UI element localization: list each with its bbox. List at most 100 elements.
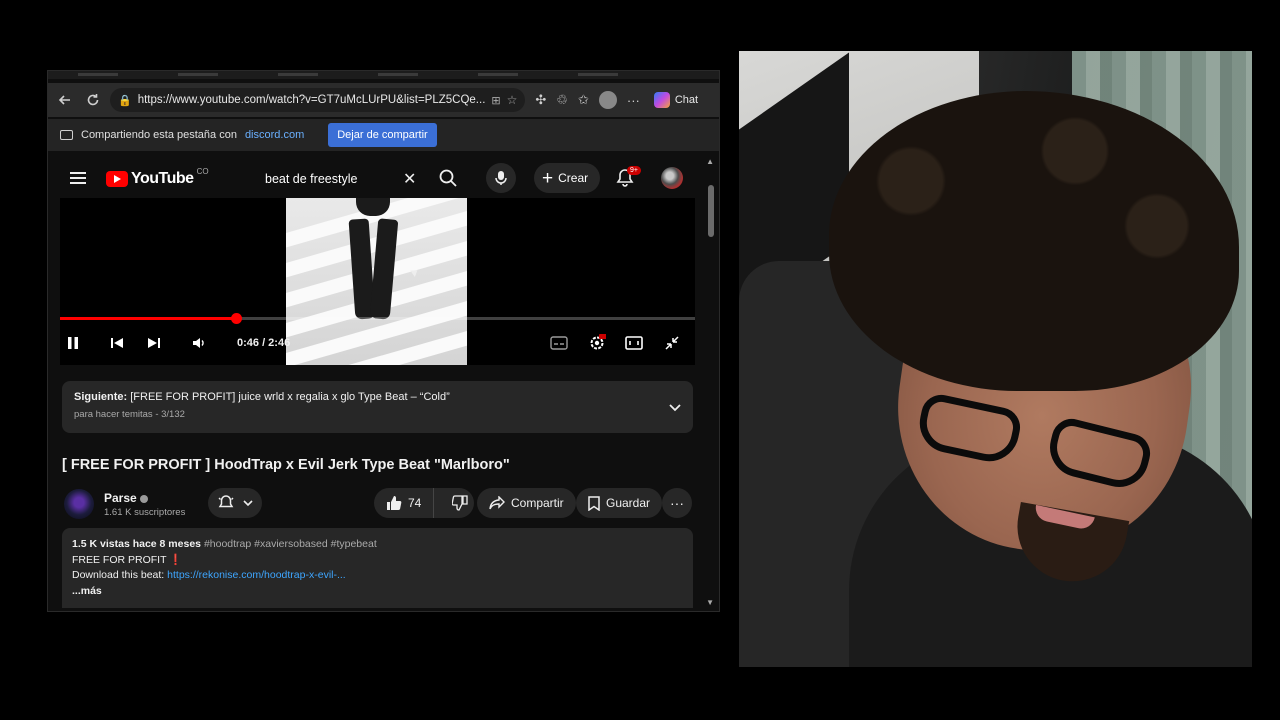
toolbar-icons: ✣ ♲ ✩ ··· Chat	[535, 91, 698, 109]
url-field[interactable]: 🔒 https://www.youtube.com/watch?v=GT7uMc…	[110, 88, 526, 112]
description-stats-line: 1.5 K vistas hace 8 meses #hoodtrap #xav…	[72, 537, 683, 553]
more-actions-icon[interactable]: ···	[662, 488, 692, 518]
theater-mode-icon[interactable]	[623, 332, 645, 354]
previous-icon[interactable]	[106, 332, 128, 354]
like-button[interactable]: 74	[374, 488, 435, 518]
create-button[interactable]: + Crear	[534, 163, 601, 193]
user-avatar[interactable]	[661, 167, 683, 189]
progress-bar[interactable]	[60, 313, 695, 324]
description-line-2: Download this beat: https://rekonise.com…	[72, 568, 683, 584]
sharing-text: Compartiendo esta pestaña con	[81, 129, 237, 141]
description-line-1: FREE FOR PROFIT ❗	[72, 553, 683, 569]
video-player[interactable]: 0:46 / 2:46	[60, 198, 695, 365]
channel-avatar[interactable]	[64, 489, 94, 519]
collections-icon[interactable]: ✩	[578, 92, 589, 108]
up-next-line: Siguiente: [FREE FOR PROFIT] juice wrld …	[74, 391, 681, 403]
hashtags[interactable]: #hoodtrap #xaviersobased #typebeat	[204, 538, 377, 550]
exclamation-icon: ❗	[169, 553, 183, 566]
video-description[interactable]: 1.5 K vistas hace 8 meses #hoodtrap #xav…	[62, 528, 693, 608]
save-button[interactable]: Guardar	[576, 488, 663, 518]
time-display: 0:46 / 2:46	[237, 337, 291, 349]
player-controls: 0:46 / 2:46	[60, 328, 695, 358]
scroll-down-arrow[interactable]: ▼	[706, 598, 714, 607]
free-for-profit-text: FREE FOR PROFIT	[72, 553, 167, 566]
up-next-card[interactable]: Siguiente: [FREE FOR PROFIT] juice wrld …	[62, 381, 693, 433]
verified-badge-icon	[139, 494, 148, 503]
show-more-link[interactable]: ...más	[72, 584, 683, 600]
pause-icon[interactable]	[62, 332, 84, 354]
progress-fill	[60, 317, 236, 320]
notification-count-badge: 9+	[627, 166, 641, 175]
chat-label: Chat	[674, 94, 699, 106]
share-arrow-icon	[489, 496, 505, 510]
country-code: CO	[196, 167, 209, 176]
subscriber-count: 1.61 K suscriptores	[104, 507, 186, 518]
scroll-up-arrow[interactable]: ▲	[706, 157, 714, 166]
save-label: Guardar	[606, 496, 651, 510]
stop-sharing-button[interactable]: Dejar de compartir	[328, 123, 437, 147]
bell-ringing-icon	[218, 495, 234, 508]
video-title: [ FREE FOR PROFIT ] HoodTrap x Evil Jerk…	[62, 457, 510, 473]
chevron-down-icon	[243, 499, 253, 506]
address-bar-row: 🔒 https://www.youtube.com/watch?v=GT7uMc…	[48, 83, 719, 117]
app-available-icon[interactable]: ⊞	[491, 94, 500, 107]
up-next-prefix: Siguiente:	[74, 391, 128, 403]
share-button[interactable]: Compartir	[477, 488, 576, 518]
like-dislike-group: 74	[374, 488, 474, 518]
share-label: Compartir	[511, 496, 564, 510]
screen-share-icon	[60, 130, 73, 140]
subtitles-icon[interactable]	[548, 332, 570, 354]
create-label: Crear	[558, 171, 589, 185]
copilot-chat-button[interactable]: Chat	[653, 92, 699, 108]
youtube-page: ▲ ▼ YouTube CO beat de freestyle ✕ + Cre…	[48, 155, 719, 611]
like-count: 74	[408, 496, 422, 510]
lock-icon: 🔒	[118, 94, 132, 107]
volume-icon[interactable]	[188, 332, 210, 354]
video-person-figure	[348, 198, 399, 320]
bookmark-icon	[588, 495, 600, 511]
sharing-domain[interactable]: discord.com	[245, 129, 304, 141]
youtube-play-logo-icon	[106, 171, 128, 187]
voice-search-button[interactable]	[486, 163, 516, 193]
channel-actions-row: Parse 1.61 K suscriptores 74 Compartir G…	[62, 485, 693, 521]
tab-strip[interactable]	[48, 71, 719, 79]
next-icon[interactable]	[143, 332, 165, 354]
search-icon[interactable]	[438, 168, 458, 188]
youtube-wordmark: YouTube	[131, 170, 194, 187]
reload-icon[interactable]	[82, 89, 104, 111]
download-text: Download this beat:	[72, 569, 165, 581]
view-stats: 1.5 K vistas hace 8 meses	[72, 538, 202, 550]
fullscreen-exit-icon[interactable]	[661, 332, 683, 354]
scrubber-handle[interactable]	[230, 313, 242, 324]
channel-name-wrap[interactable]: Parse	[104, 491, 148, 505]
clear-search-icon[interactable]: ✕	[403, 169, 416, 189]
webcam-feed	[739, 51, 1252, 667]
plus-icon: +	[542, 167, 554, 189]
microphone-icon	[495, 171, 507, 185]
browser-profile-avatar[interactable]	[598, 91, 617, 109]
up-next-title: [FREE FOR PROFIT] juice wrld x regalia x…	[130, 391, 450, 403]
browser-window: 🔒 https://www.youtube.com/watch?v=GT7uMc…	[47, 70, 720, 612]
performance-icon[interactable]: ♲	[556, 92, 568, 108]
url-text: https://www.youtube.com/watch?v=GT7uMcLU…	[137, 94, 486, 106]
settings-gear-icon[interactable]	[586, 332, 608, 354]
favorite-star-icon[interactable]: ☆	[507, 93, 518, 107]
page-scrollbar-thumb[interactable]	[708, 185, 714, 237]
menu-hamburger-icon[interactable]	[70, 172, 86, 184]
channel-name: Parse	[104, 491, 137, 505]
playlist-position: para hacer temitas - 3/132	[74, 409, 185, 420]
copilot-icon	[653, 92, 670, 108]
back-arrow-icon[interactable]	[54, 89, 76, 111]
more-menu-icon[interactable]: ···	[627, 93, 640, 108]
youtube-logo[interactable]: YouTube CO	[106, 167, 209, 188]
screen: 🔒 https://www.youtube.com/watch?v=GT7uMc…	[0, 0, 1280, 720]
thumbs-down-icon	[452, 495, 469, 511]
tab-sharing-bar: Compartiendo esta pestaña con discord.co…	[48, 119, 719, 151]
subscribed-notifications-button[interactable]	[208, 488, 262, 518]
chevron-down-icon[interactable]	[669, 399, 681, 417]
youtube-header: YouTube CO beat de freestyle ✕ + Crear 9…	[48, 159, 699, 199]
extensions-icon[interactable]: ✣	[535, 92, 546, 108]
download-link[interactable]: https://rekonise.com/hoodtrap-x-evil-...	[167, 569, 346, 581]
dislike-button[interactable]	[440, 488, 480, 518]
thumbs-up-icon	[387, 496, 402, 510]
